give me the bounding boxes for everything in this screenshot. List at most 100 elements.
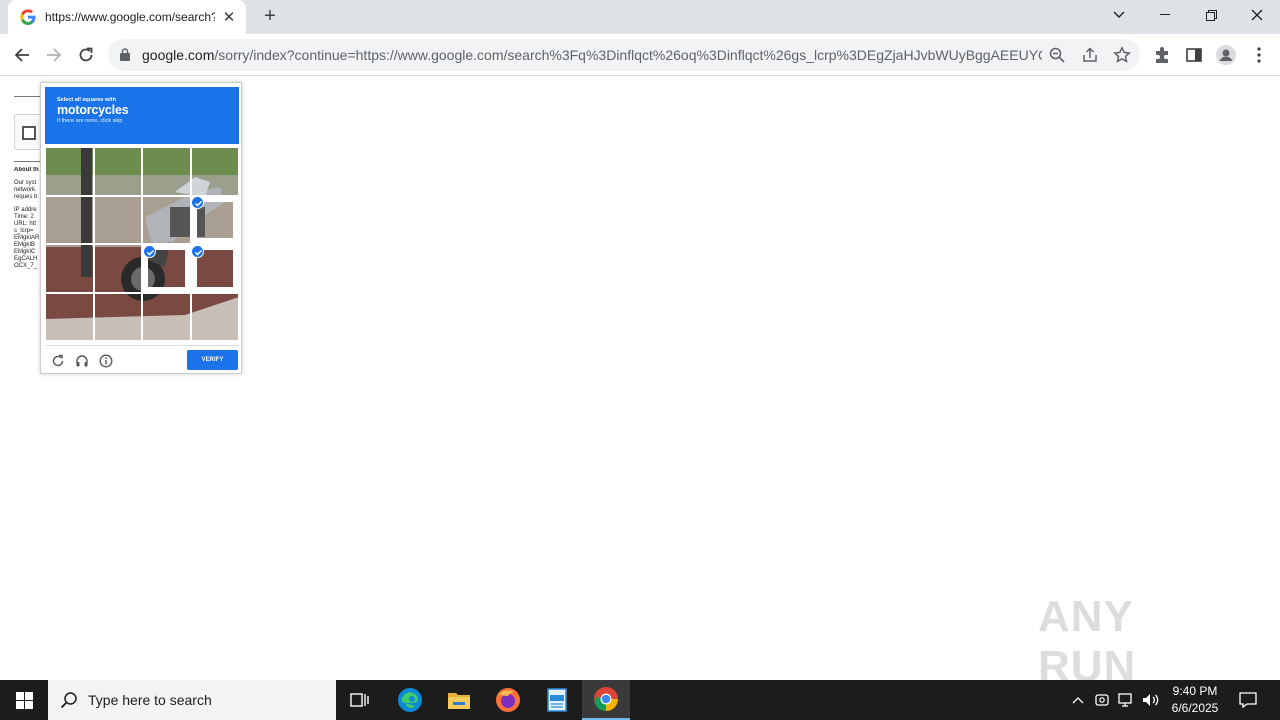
meet-now-button[interactable] <box>1093 680 1113 720</box>
share-icon[interactable] <box>1081 46 1099 64</box>
captcha-tile[interactable] <box>142 147 191 196</box>
star-icon[interactable] <box>1113 46 1131 64</box>
search-icon <box>60 692 77 709</box>
search-placeholder: Type here to search <box>88 692 212 708</box>
info-icon[interactable] <box>99 354 113 368</box>
task-view-icon <box>350 693 369 707</box>
chevron-down-icon <box>1113 11 1125 18</box>
notepad-app[interactable] <box>533 680 581 720</box>
detail-line: EgCALH <box>14 256 38 262</box>
verify-button[interactable]: VERIFY <box>187 350 238 370</box>
captcha-header: Select all squares with motorcycles If t… <box>45 87 239 144</box>
taskbar-search[interactable]: Type here to search <box>48 680 336 720</box>
document-icon <box>547 688 567 712</box>
restore-icon <box>1205 9 1217 21</box>
about-heading: About th <box>14 167 39 173</box>
windows-logo-icon <box>15 691 33 709</box>
detail-line: OCX_7_ <box>14 263 38 269</box>
chevron-up-icon <box>1072 697 1084 704</box>
lock-icon[interactable] <box>120 48 130 61</box>
system-clock[interactable]: 9:40 PM 6/6/2025 <box>1160 683 1230 717</box>
captcha-tile[interactable] <box>190 147 239 196</box>
chrome-icon <box>594 687 618 711</box>
divider <box>14 161 42 162</box>
network-icon <box>1118 693 1132 707</box>
captcha-tile[interactable] <box>45 292 94 341</box>
captcha-tile[interactable] <box>45 244 94 293</box>
more-vert-icon[interactable] <box>1250 46 1268 64</box>
captcha-tile[interactable] <box>45 195 94 244</box>
captcha-tile[interactable] <box>190 292 239 341</box>
firefox-app[interactable] <box>484 680 532 720</box>
chrome-app[interactable] <box>582 680 630 720</box>
captcha-tile[interactable] <box>142 195 191 244</box>
tab-title: https://www.google.com/search?q=inflqct <box>45 10 215 24</box>
captcha-tile[interactable] <box>93 292 142 341</box>
captcha-image-grid <box>45 147 239 341</box>
captcha-target: motorcycles <box>57 103 129 117</box>
restore-button[interactable] <box>1188 0 1234 30</box>
notifications-button[interactable] <box>1236 680 1260 720</box>
zoom-icon[interactable] <box>1048 46 1066 64</box>
captcha-footer: VERIFY <box>45 345 239 373</box>
file-explorer-app[interactable] <box>435 680 483 720</box>
extensions-icon[interactable] <box>1153 46 1171 64</box>
close-icon <box>1251 9 1263 21</box>
anyrun-watermark: ANY RUN <box>1038 592 1137 691</box>
new-tab-button[interactable]: + <box>258 6 282 28</box>
minimize-button[interactable] <box>1142 0 1188 30</box>
back-button[interactable] <box>9 42 35 68</box>
arrow-left-icon <box>14 48 29 62</box>
windows-taskbar: Type here to search 9:40 PM 6/6/2025 <box>0 680 1280 720</box>
arrow-right-icon <box>47 48 62 62</box>
edge-app[interactable] <box>386 680 434 720</box>
network-button[interactable] <box>1116 680 1138 720</box>
start-button[interactable] <box>0 680 48 720</box>
clock-time: 9:40 PM <box>1172 684 1218 698</box>
speaker-icon <box>1143 694 1159 706</box>
check-icon <box>191 196 204 209</box>
captcha-tile[interactable] <box>142 292 191 341</box>
detail-line: EMgkIC <box>14 249 36 255</box>
captcha-tile[interactable] <box>93 195 142 244</box>
tab-search-button[interactable] <box>1096 0 1142 30</box>
about-line: Our syst <box>14 180 37 186</box>
about-line: reques b <box>14 194 38 200</box>
minimize-icon <box>1160 14 1170 15</box>
captcha-challenge: Select all squares with motorcycles If t… <box>40 82 242 374</box>
about-line: network. <box>14 187 37 193</box>
captcha-hint: If there are none, click skip <box>57 118 123 124</box>
detail-line: IP addre <box>14 207 37 213</box>
address-bar[interactable]: google.com/sorry/index?continue=https://… <box>108 39 1140 71</box>
details-text: IP addre Time: 2 URL: htt s_lcrp= EMgkIA… <box>14 207 41 270</box>
about-text: Our syst network. reques b <box>14 180 41 201</box>
tab-strip: https://www.google.com/search?q=inflqct … <box>0 0 1280 34</box>
reload-challenge-icon[interactable] <box>51 354 65 368</box>
folder-icon <box>448 693 470 709</box>
check-icon <box>191 245 204 258</box>
firefox-icon <box>496 688 520 712</box>
not-a-robot-checkbox[interactable] <box>22 126 36 140</box>
edge-icon <box>398 688 422 712</box>
close-window-button[interactable] <box>1234 0 1280 30</box>
headphones-icon[interactable] <box>75 354 89 368</box>
show-hidden-icons-button[interactable] <box>1068 680 1088 720</box>
check-icon <box>143 245 156 258</box>
captcha-tile[interactable] <box>45 147 94 196</box>
task-view-button[interactable] <box>336 680 384 720</box>
google-favicon-icon <box>20 9 36 25</box>
reload-button[interactable] <box>73 42 99 68</box>
detail-line: Time: 2 <box>14 214 34 220</box>
clock-date: 6/6/2025 <box>1171 701 1219 715</box>
browser-tab[interactable]: https://www.google.com/search?q=inflqct … <box>8 0 246 34</box>
captcha-tile[interactable] <box>93 147 142 196</box>
volume-button[interactable] <box>1140 680 1162 720</box>
recaptcha-widget[interactable] <box>14 114 42 150</box>
tab-close-button[interactable]: ✕ <box>220 8 238 26</box>
detail-line: URL: htt <box>14 221 37 227</box>
captcha-tile[interactable] <box>93 244 142 293</box>
forward-button[interactable] <box>41 42 67 68</box>
url-text[interactable]: google.com/sorry/index?continue=https://… <box>142 47 1042 63</box>
profile-avatar-icon[interactable] <box>1216 45 1236 65</box>
side-panel-icon[interactable] <box>1185 46 1203 64</box>
